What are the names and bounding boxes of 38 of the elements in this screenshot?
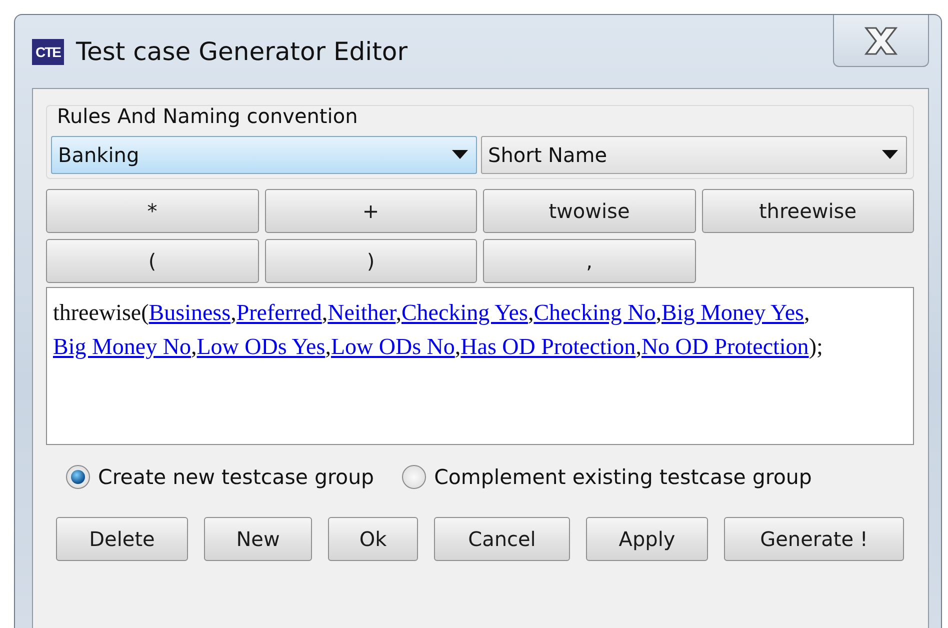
operator-button[interactable]: , (483, 239, 696, 283)
rule-link[interactable]: Big Money Yes (661, 300, 804, 325)
action-button[interactable]: Generate ! (724, 517, 904, 561)
close-button[interactable] (833, 15, 929, 67)
rule-link[interactable]: No OD Protection (641, 334, 809, 359)
rule-link[interactable]: Has OD Protection (460, 334, 636, 359)
operator-button[interactable]: * (46, 189, 258, 233)
close-icon (862, 26, 900, 56)
window-title: Test case Generator Editor (76, 37, 408, 66)
rule-link[interactable]: Checking Yes (401, 300, 528, 325)
dropdown-arrow-icon (452, 150, 468, 160)
rule-expression[interactable]: threewise(Business,Preferred,Neither,Checking Yes,Checking No,Big Money Yes, Big Money No,Low ODs Yes,Low ODs No,Has OD Protection,No OD Protection); (46, 287, 914, 445)
operator-button[interactable]: threewise (702, 189, 914, 233)
rule-link[interactable]: Preferred (236, 300, 322, 325)
operator-button[interactable]: + (264, 189, 477, 233)
action-button[interactable]: Delete (56, 517, 188, 561)
operator-button[interactable]: ) (264, 239, 477, 283)
rule-link[interactable]: Big Money No (53, 334, 191, 359)
radio-button[interactable] (66, 465, 90, 489)
group-title: Rules And Naming convention (57, 104, 358, 128)
radio-button[interactable] (402, 465, 426, 489)
dropdown[interactable]: Short Name (481, 136, 907, 174)
rule-link[interactable]: Low ODs Yes (196, 334, 326, 359)
action-button[interactable]: New (204, 517, 312, 561)
action-button[interactable]: Cancel (434, 517, 570, 561)
rule-link[interactable]: Business (148, 300, 231, 325)
dropdown-arrow-icon (882, 150, 898, 160)
dropdown[interactable]: Banking (51, 136, 477, 174)
operator-button[interactable]: twowise (483, 189, 696, 233)
action-button[interactable]: Apply (586, 517, 708, 561)
action-button[interactable]: Ok (328, 517, 418, 561)
operator-button[interactable]: ( (46, 239, 258, 283)
app-logo: CTE (32, 38, 64, 64)
rule-link[interactable]: Checking No (534, 300, 656, 325)
rule-link[interactable]: Neither (328, 300, 396, 325)
radio-label[interactable]: Complement existing testcase group (434, 465, 812, 489)
radio-label[interactable]: Create new testcase group (98, 465, 374, 489)
rule-link[interactable]: Low ODs No (330, 334, 455, 359)
